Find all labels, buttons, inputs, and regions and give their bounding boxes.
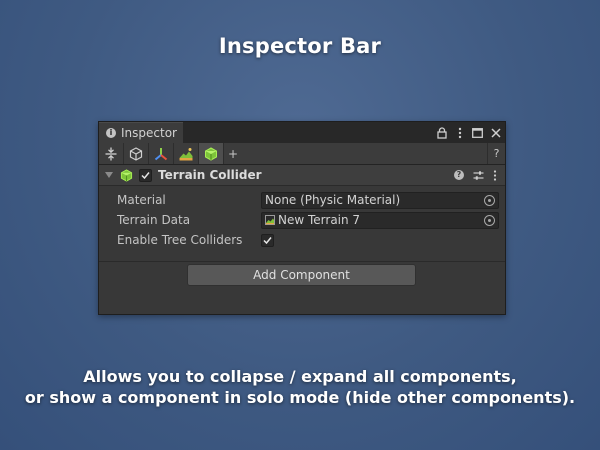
solo-axis-gizmo-button[interactable] bbox=[149, 143, 174, 164]
add-toolbar-button[interactable]: + bbox=[224, 143, 242, 164]
property-material: Material None (Physic Material) bbox=[99, 190, 505, 210]
help-icon[interactable]: ? bbox=[454, 170, 464, 180]
axis-gizmo-icon bbox=[154, 147, 168, 160]
caption: Allows you to collapse / expand all comp… bbox=[0, 366, 600, 408]
window-buttons bbox=[436, 122, 501, 143]
tab-label: Inspector bbox=[121, 126, 177, 140]
object-picker-icon[interactable] bbox=[484, 194, 495, 206]
component-header-terrain-collider[interactable]: Terrain Collider ? bbox=[99, 165, 505, 186]
add-component-button[interactable]: Add Component bbox=[187, 264, 416, 286]
component-properties: Material None (Physic Material) Terrain … bbox=[99, 186, 505, 250]
property-enable-tree-colliders: Enable Tree Colliders bbox=[99, 230, 505, 250]
toolbar-help-button[interactable]: ? bbox=[487, 143, 505, 164]
more-options-icon[interactable] bbox=[454, 127, 465, 139]
info-icon: i bbox=[106, 128, 116, 138]
terrain-collider-icon bbox=[205, 146, 217, 161]
caption-line-1: Allows you to collapse / expand all comp… bbox=[83, 367, 517, 386]
foldout-arrow-icon[interactable] bbox=[105, 172, 113, 178]
lock-icon[interactable] bbox=[436, 126, 447, 139]
terrain-data-label: Terrain Data bbox=[117, 213, 191, 227]
material-field[interactable]: None (Physic Material) bbox=[261, 191, 499, 209]
enable-tree-colliders-checkbox[interactable] bbox=[261, 233, 274, 247]
property-terrain-data: Terrain Data New Terrain 7 bbox=[99, 210, 505, 230]
inspector-window: i Inspector + ? Terrain Collider ? Mater… bbox=[98, 121, 506, 315]
enable-tree-colliders-label: Enable Tree Colliders bbox=[117, 233, 243, 247]
component-name: Terrain Collider bbox=[158, 168, 262, 182]
material-value: None (Physic Material) bbox=[265, 193, 401, 207]
component-enabled-checkbox[interactable] bbox=[139, 168, 152, 182]
solo-terrain-collider-button[interactable] bbox=[199, 143, 224, 164]
collapse-expand-icon bbox=[105, 147, 117, 160]
close-icon[interactable] bbox=[490, 127, 501, 139]
caption-line-2: or show a component in solo mode (hide o… bbox=[24, 388, 576, 407]
component-menu-icon[interactable] bbox=[493, 169, 497, 181]
object-picker-icon[interactable] bbox=[484, 214, 495, 226]
terrain-icon bbox=[179, 147, 193, 160]
checkmark-icon bbox=[141, 171, 150, 179]
window-tab-bar: i Inspector bbox=[99, 122, 505, 143]
collapse-expand-all-button[interactable] bbox=[99, 143, 124, 164]
page-title: Inspector Bar bbox=[218, 34, 382, 58]
terrain-asset-icon bbox=[265, 215, 275, 225]
solo-transform-button[interactable] bbox=[124, 143, 149, 164]
solo-terrain-button[interactable] bbox=[174, 143, 199, 164]
tab-inspector[interactable]: i Inspector bbox=[99, 122, 183, 143]
terrain-collider-icon bbox=[120, 168, 133, 182]
inspector-bar: + ? bbox=[99, 143, 505, 165]
terrain-data-value: New Terrain 7 bbox=[278, 213, 361, 227]
terrain-data-field[interactable]: New Terrain 7 bbox=[261, 211, 499, 229]
material-label: Material bbox=[117, 193, 166, 207]
presets-icon[interactable] bbox=[473, 170, 484, 181]
component-actions: ? bbox=[454, 165, 497, 185]
transform-cube-icon bbox=[129, 146, 143, 161]
maximize-icon[interactable] bbox=[472, 127, 483, 139]
checkmark-icon bbox=[263, 236, 272, 244]
divider bbox=[99, 261, 505, 262]
